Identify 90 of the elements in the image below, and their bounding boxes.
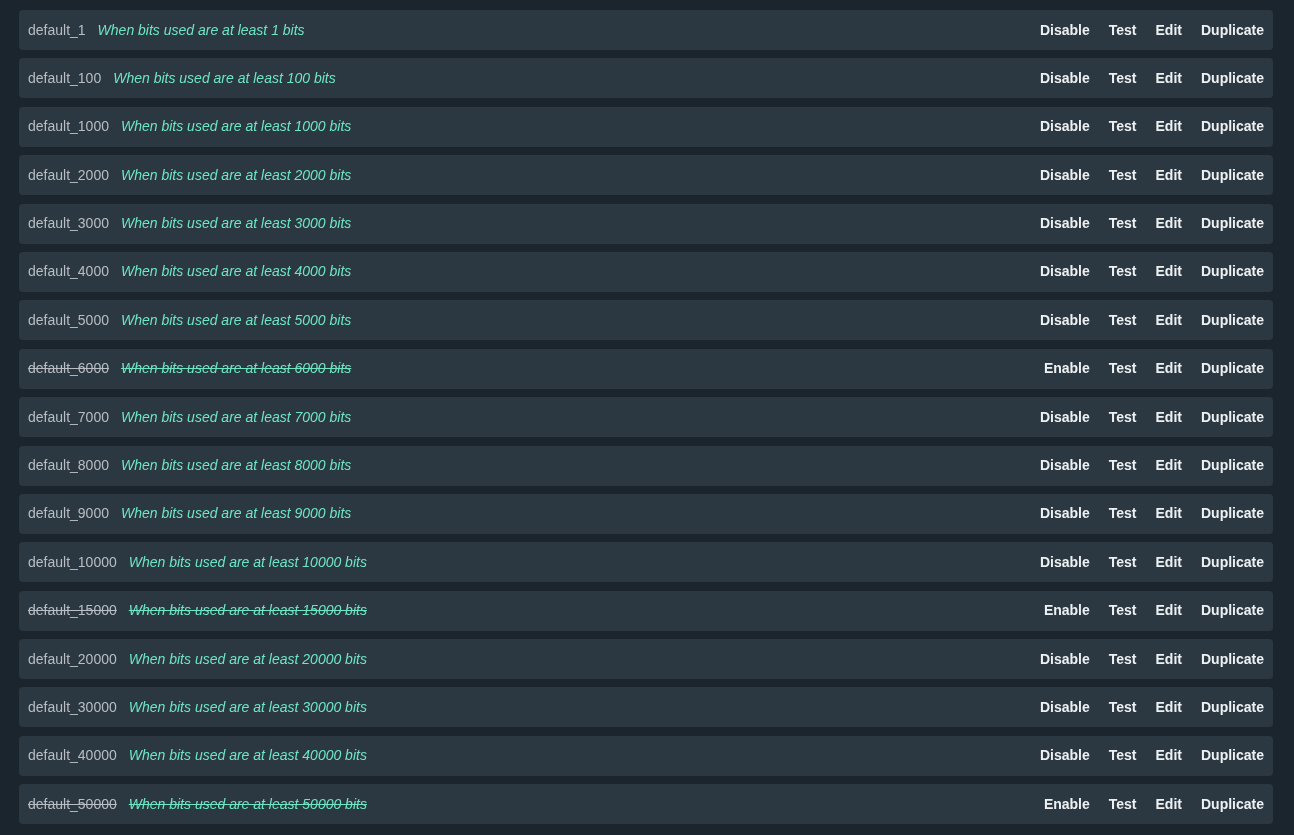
action-button[interactable]: Disable (1039, 19, 1090, 41)
rule-condition: When bits used are at least 30000 bits (128, 697, 367, 717)
action-button[interactable]: Edit (1155, 696, 1182, 718)
rule-name: default_3000 (28, 214, 109, 234)
action-button[interactable]: Test (1108, 164, 1137, 186)
action-button[interactable]: Edit (1155, 67, 1182, 89)
action-button[interactable]: Duplicate (1201, 648, 1264, 670)
action-button[interactable]: Disable (1039, 309, 1090, 331)
action-button[interactable]: Edit (1155, 406, 1182, 428)
action-button[interactable]: Edit (1155, 164, 1182, 186)
action-button[interactable]: Disable (1039, 164, 1090, 186)
rule-condition: When bits used are at least 1000 bits (120, 117, 352, 137)
action-button[interactable]: Duplicate (1201, 503, 1264, 525)
action-button[interactable]: Test (1108, 648, 1137, 670)
rule-name: default_100 (28, 68, 102, 88)
rule-name: default_4000 (28, 262, 109, 282)
action-button[interactable]: Edit (1155, 455, 1182, 476)
action-button[interactable]: Edit (1155, 551, 1182, 573)
rule-condition: When bits used are at least 40000 bits (128, 746, 367, 766)
action-button[interactable]: Duplicate (1201, 745, 1264, 767)
action-button[interactable]: Disable (1039, 116, 1090, 138)
action-button[interactable]: Duplicate (1201, 67, 1264, 89)
action-button[interactable]: Edit (1155, 116, 1182, 138)
action-button[interactable]: Disable (1039, 551, 1090, 573)
action-button[interactable]: Test (1108, 67, 1137, 89)
rule-condition: When bits used are at least 3000 bits (120, 214, 352, 234)
action-button[interactable]: Disable (1039, 67, 1090, 89)
rule-name: default_6000 (28, 359, 109, 379)
rule-name: default_30000 (28, 697, 117, 717)
action-button[interactable]: Duplicate (1201, 309, 1264, 331)
action-button[interactable]: Duplicate (1201, 696, 1264, 718)
rule-name: default_40000 (28, 746, 117, 766)
action-button[interactable]: Duplicate (1201, 455, 1264, 476)
rule-condition: When bits used are at least 50000 bits (128, 794, 367, 814)
action-button[interactable]: Test (1108, 309, 1137, 331)
action-button[interactable]: Disable (1039, 261, 1090, 283)
action-button[interactable]: Edit (1155, 648, 1182, 670)
action-button[interactable]: Disable (1039, 455, 1090, 476)
rule-condition: When bits used are at least 7000 bits (120, 407, 352, 427)
action-button[interactable]: Edit (1155, 19, 1182, 41)
action-button[interactable]: Test (1108, 551, 1137, 573)
action-button[interactable]: Edit (1155, 213, 1182, 235)
action-button[interactable]: Duplicate (1201, 213, 1264, 235)
action-button[interactable]: Test (1108, 261, 1137, 283)
action-button[interactable]: Duplicate (1201, 19, 1264, 41)
rule-name: default_9000 (28, 504, 109, 524)
action-button[interactable]: Disable (1039, 696, 1090, 718)
rule-condition: When bits used are at least 9000 bits (120, 504, 352, 524)
action-button[interactable]: Duplicate (1201, 116, 1264, 138)
action-button[interactable]: Edit (1155, 261, 1182, 283)
rule-name: default_2000 (28, 165, 109, 185)
rule-condition: When bits used are at least 15000 bits (128, 601, 367, 621)
action-button[interactable]: Test (1108, 116, 1137, 138)
rule-condition: When bits used are at least 20000 bits (128, 649, 367, 669)
rule-name: default_7000 (28, 407, 109, 427)
rule-name: default_8000 (28, 456, 109, 475)
action-button[interactable]: Duplicate (1201, 261, 1264, 283)
action-button[interactable]: Disable (1039, 406, 1090, 428)
action-button[interactable]: Edit (1155, 503, 1182, 525)
action-button[interactable]: Disable (1039, 745, 1090, 767)
rule-condition: When bits used are at least 6000 bits (120, 359, 352, 379)
rule-name: default_5000 (28, 310, 109, 330)
rule-name: default_10000 (28, 552, 117, 572)
action-button[interactable]: Edit (1155, 745, 1182, 767)
action-button[interactable]: Test (1108, 503, 1137, 525)
action-button[interactable]: Disable (1039, 213, 1090, 235)
action-button[interactable]: Test (1108, 19, 1137, 41)
rule-name: default_1 (28, 20, 86, 40)
action-button[interactable]: Disable (1039, 503, 1090, 525)
rule-condition: When bits used are at least 8000 bits (120, 456, 352, 475)
rule-condition: When bits used are at least 10000 bits (128, 552, 367, 572)
action-button[interactable]: Test (1108, 213, 1137, 235)
rule-condition: When bits used are at least 2000 bits (120, 165, 352, 185)
action-button[interactable]: Test (1108, 455, 1137, 476)
action-button[interactable]: Duplicate (1201, 406, 1264, 428)
action-button[interactable]: Duplicate (1201, 164, 1264, 186)
action-button[interactable]: Edit (1155, 309, 1182, 331)
action-button[interactable]: Disable (1039, 648, 1090, 670)
rule-name: default_50000 (28, 794, 117, 814)
rule-name: default_15000 (28, 601, 117, 621)
rule-name: default_20000 (28, 649, 117, 669)
rule-condition: When bits used are at least 100 bits (113, 68, 336, 88)
rule-condition: When bits used are at least 4000 bits (120, 262, 352, 282)
action-button[interactable]: Test (1108, 406, 1137, 428)
rule-name: default_1000 (28, 117, 109, 137)
action-button[interactable]: Duplicate (1201, 551, 1264, 573)
rule-condition: When bits used are at least 5000 bits (120, 310, 352, 330)
action-button[interactable]: Test (1108, 745, 1137, 767)
action-button[interactable]: Test (1108, 696, 1137, 718)
rule-condition: When bits used are at least 1 bits (97, 20, 305, 40)
